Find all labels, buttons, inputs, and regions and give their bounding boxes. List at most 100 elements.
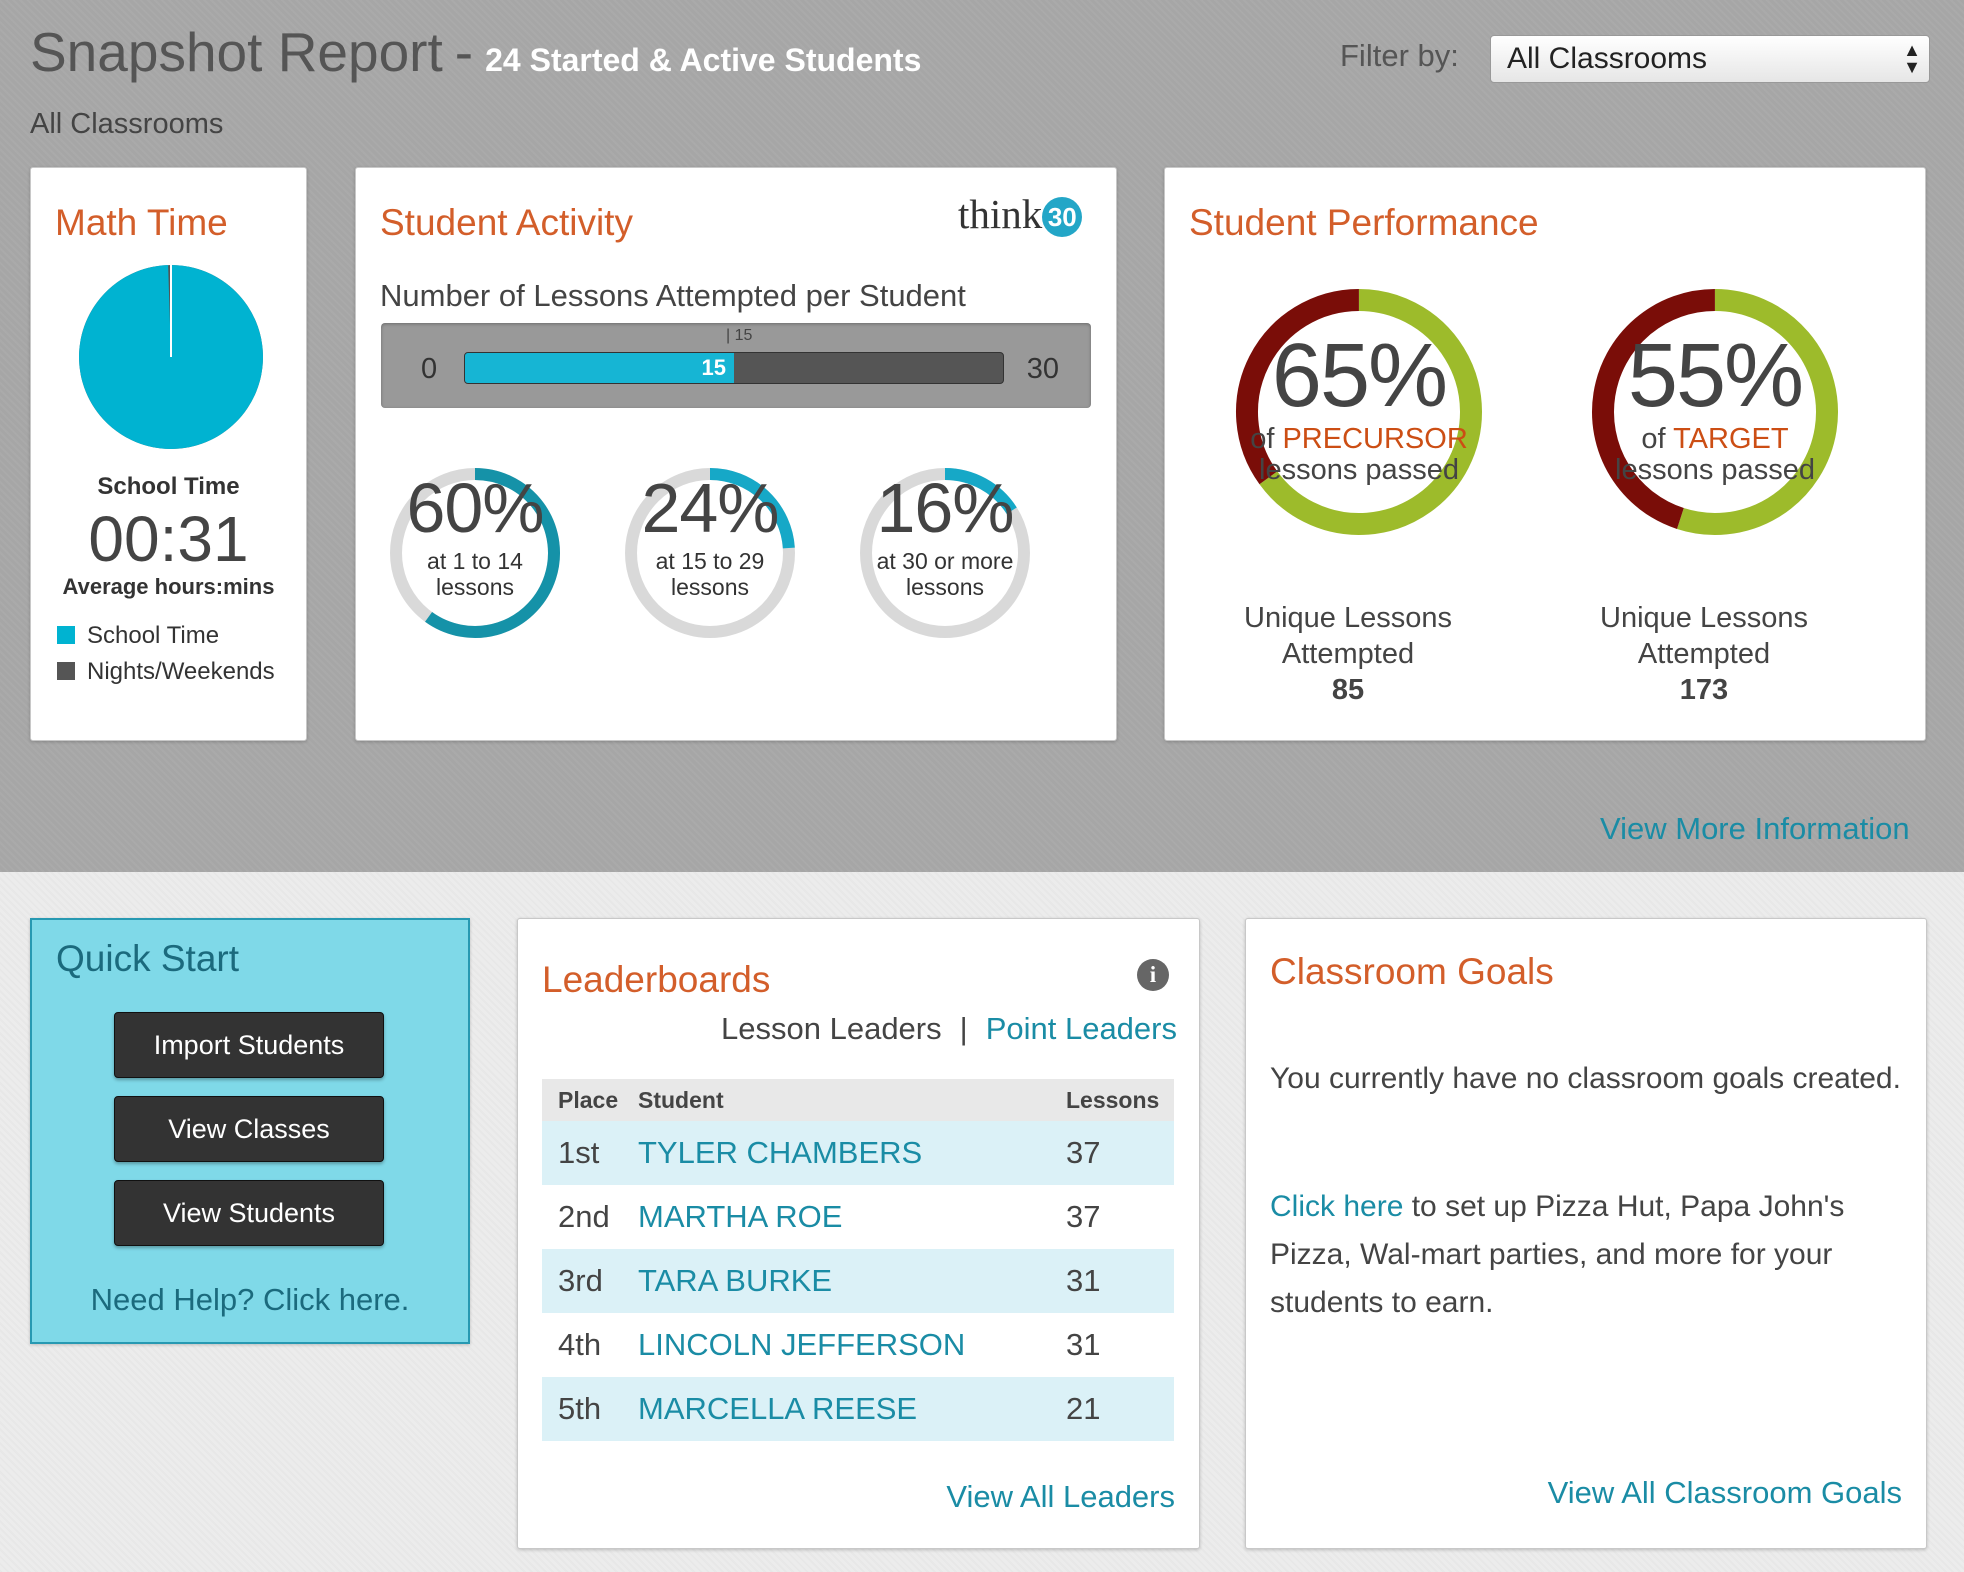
quick-start-panel: Quick Start Import Students View Classes…	[30, 918, 470, 1344]
average-time-caption: Average hours:mins	[62, 574, 275, 599]
range-min-label: 0	[421, 353, 438, 385]
student-activity-card: Student Activity think 30 Number of Lesso…	[355, 167, 1117, 741]
tab-separator: |	[959, 1011, 968, 1046]
row-lessons: 37	[1054, 1121, 1174, 1185]
goals-setup-text: Click here to set up Pizza Hut, Papa Joh…	[1270, 1183, 1910, 1327]
donut-unit-15-29: lessons	[671, 574, 749, 600]
row-place: 1st	[542, 1121, 638, 1185]
think30-logo: think 30	[958, 190, 1083, 238]
precursor-of: of	[1250, 423, 1275, 455]
row-place: 5th	[542, 1377, 638, 1441]
row-lessons: 31	[1054, 1249, 1174, 1313]
donut-range-1-14: at 1 to 14	[427, 548, 523, 574]
donut-percent-30-plus: 16%	[876, 469, 1014, 547]
page-title: Snapshot Report -24 Started & Active Stud…	[30, 20, 921, 84]
table-row: 5th MARCELLA REESE 21	[542, 1377, 1174, 1441]
target-lesson-count: 173	[1679, 674, 1729, 706]
donut-unit-30-plus: lessons	[906, 574, 984, 600]
target-caption: lessons passed	[1615, 454, 1815, 486]
classroom-goals-title: Classroom Goals	[1270, 951, 1554, 992]
precursor-percent: 65%	[1271, 326, 1448, 426]
donut-percent-15-29: 24%	[641, 469, 779, 547]
row-student-link[interactable]: MARTHA ROE	[638, 1185, 1054, 1249]
target-ring-label: 55% of TARGET lessons passed	[1595, 328, 1835, 486]
row-lessons: 37	[1066, 1199, 1101, 1234]
donut-range-15-29: at 15 to 29	[655, 548, 765, 574]
donut-range-30-plus: at 30 or more	[876, 548, 1014, 574]
donut-label-15-29: 24% at 15 to 29 lessons	[620, 468, 800, 600]
title-separator: -	[454, 21, 474, 83]
target-under-2: Attempted	[1637, 638, 1771, 670]
student-performance-card: Student Performance 65% of PRECURSOR les…	[1164, 167, 1926, 741]
row-place: 2nd	[558, 1199, 610, 1234]
row-lessons: 31	[1066, 1327, 1101, 1362]
table-row: 1st TYLER CHAMBERS 37	[542, 1121, 1174, 1185]
table-row: 3rd TARA BURKE 31	[542, 1249, 1174, 1313]
row-student-link[interactable]: TARA BURKE	[638, 1249, 1054, 1313]
import-students-button[interactable]: Import Students	[114, 1012, 384, 1078]
goals-click-here-link[interactable]: Click here	[1270, 1190, 1403, 1223]
donut-label-1-14: 60% at 1 to 14 lessons	[385, 468, 565, 600]
donut-label-30-plus: 16% at 30 or more lessons	[855, 468, 1035, 600]
leaderboard-tabs: Lesson Leaders | Point Leaders	[721, 1011, 1177, 1047]
table-row: 4th LINCOLN JEFFERSON 31	[542, 1313, 1174, 1377]
view-students-button[interactable]: View Students	[114, 1180, 384, 1246]
row-place: 3rd	[542, 1249, 638, 1313]
row-lessons: 21	[1054, 1377, 1174, 1441]
legend-label-nights: Nights/Weekends	[87, 658, 275, 685]
range-max-label: 30	[1026, 353, 1059, 385]
view-classes-button[interactable]: View Classes	[114, 1096, 384, 1162]
row-student-link[interactable]: TYLER CHAMBERS	[638, 1121, 1054, 1185]
no-goals-message: You currently have no classroom goals cr…	[1270, 1062, 1901, 1095]
table-header-row: Place Student Lessons	[542, 1079, 1174, 1121]
row-place: 4th	[558, 1327, 602, 1362]
precursor-under-1: Unique Lessons	[1244, 602, 1452, 634]
tab-lesson-leaders[interactable]: Lesson Leaders	[721, 1011, 942, 1046]
classroom-filter-select[interactable]: All Classrooms ▲ ▼	[1490, 35, 1930, 83]
quick-start-title: Quick Start	[56, 938, 239, 979]
table-row: 2nd MARTHA ROE 37	[542, 1185, 1174, 1249]
logo-text: think	[958, 191, 1043, 237]
column-header-student: Student	[638, 1079, 1054, 1121]
target-accent: TARGET	[1673, 423, 1789, 455]
donut-unit-1-14: lessons	[436, 574, 514, 600]
range-average-marker: | 15	[726, 327, 753, 344]
classroom-label: All Classrooms	[30, 108, 224, 140]
range-track: 15	[464, 352, 1004, 384]
view-all-leaders-link[interactable]: View All Leaders	[946, 1479, 1175, 1515]
row-student-link[interactable]: LINCOLN JEFFERSON	[638, 1313, 1054, 1377]
filter-selected-value: All Classrooms	[1507, 42, 1708, 75]
average-time-value: 00:31	[88, 503, 249, 575]
classroom-goals-card: Classroom Goals You currently have no cl…	[1245, 918, 1927, 1549]
need-help-link[interactable]: Need Help? Click here.	[32, 1282, 468, 1318]
precursor-lesson-count: 85	[1331, 674, 1365, 706]
legend-label-school: School Time	[87, 622, 220, 649]
legend-school-time: School Time	[57, 622, 219, 650]
legend-nights-weekends: Nights/Weekends	[57, 658, 275, 686]
legend-swatch-nights	[57, 662, 75, 680]
info-icon[interactable]: i	[1137, 959, 1169, 991]
student-activity-title: Student Activity	[380, 202, 633, 243]
range-fill: 15	[465, 353, 734, 383]
filter-label: Filter by:	[1340, 38, 1459, 73]
logo-badge: 30	[1042, 197, 1083, 237]
lessons-range-title: Number of Lessons Attempted per Student	[380, 278, 966, 313]
precursor-under-2: Attempted	[1281, 638, 1415, 670]
precursor-unique-lessons: Unique Lessons Attempted 85	[1198, 600, 1498, 708]
math-time-pie-chart	[79, 265, 263, 449]
row-student-link[interactable]: MARCELLA REESE	[638, 1377, 1054, 1441]
precursor-caption: lessons passed	[1259, 454, 1459, 486]
column-header-place: Place	[542, 1079, 638, 1121]
tab-point-leaders[interactable]: Point Leaders	[986, 1011, 1177, 1046]
math-time-card: Math Time School Time 00:31 Average hour…	[30, 167, 307, 741]
precursor-accent: PRECURSOR	[1282, 423, 1468, 455]
precursor-ring-label: 65% of PRECURSOR lessons passed	[1239, 328, 1479, 486]
math-time-title: Math Time	[55, 202, 228, 243]
leaderboard-table: Place Student Lessons 1st TYLER CHAMBERS…	[542, 1079, 1174, 1441]
target-unique-lessons: Unique Lessons Attempted 173	[1554, 600, 1854, 708]
lessons-range-bar: | 15 0 15 30	[381, 323, 1091, 408]
leaderboards-card: Leaderboards i Lesson Leaders | Point Lead…	[517, 918, 1200, 1549]
leaderboards-title: Leaderboards	[542, 959, 771, 1000]
view-all-classroom-goals-link[interactable]: View All Classroom Goals	[1548, 1475, 1902, 1511]
view-more-information-link[interactable]: View More Information	[1600, 811, 1910, 847]
